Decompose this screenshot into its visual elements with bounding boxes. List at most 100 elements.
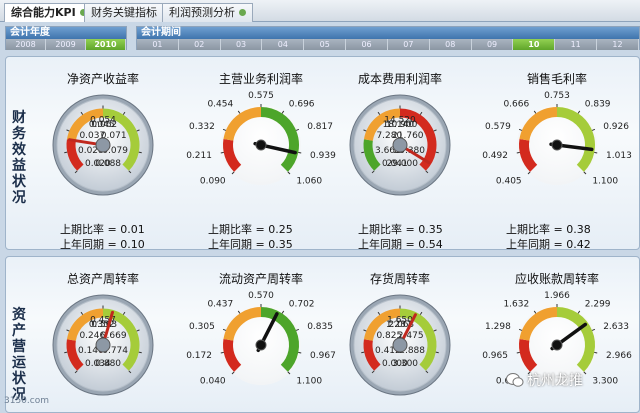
section-label-asset: 资产营运状况 (12, 307, 26, 403)
period-option-04[interactable]: 04 (262, 39, 305, 50)
period-option-05[interactable]: 05 (304, 39, 347, 50)
gauge: 0.405 0.492 0.579 0.666 0.753 0.839 0.926 1.013… (482, 91, 632, 186)
gauge-tick-label: 0.492 (482, 151, 508, 161)
gauge-tick (138, 351, 142, 354)
prior-year-ratio: 上年同期 = 0.54 (358, 238, 443, 251)
tab-profit-forecast[interactable]: 利润预测分析 (162, 3, 253, 22)
gauge-tick-label: 1.632 (503, 299, 529, 309)
gauge-tick-label: 0.332 (189, 122, 215, 132)
gauge-tick-label: 0.172 (186, 351, 212, 361)
prior-period-ratio: 上期比率 = 0.25 (208, 223, 293, 236)
gauge-tick-label: 1.100 (592, 176, 618, 186)
gauge-tick-label: 0.305 (189, 322, 215, 332)
period-option-10[interactable]: 10 (513, 39, 556, 50)
gauge-tick-label: 0.040 (200, 376, 226, 386)
gauge-tick-label: 0.696 (289, 99, 315, 109)
period-option-07[interactable]: 07 (387, 39, 430, 50)
gauge-tick-label: 2.633 (603, 322, 629, 332)
tab-bar: 综合能力KPI 财务关键指标 利润预测分析 (0, 0, 640, 22)
tab-profit-label: 利润预测分析 (169, 6, 235, 19)
fiscal-year-options: 2008 2009 2010 (6, 39, 126, 50)
fiscal-year-selector: 会计年度 2008 2009 2010 (5, 26, 127, 50)
section-label-financial: 财务效益状况 (12, 110, 26, 206)
period-option-08[interactable]: 08 (429, 39, 472, 50)
tab-financial-label: 财务关键指标 (91, 6, 157, 19)
year-option-2008[interactable]: 2008 (6, 39, 46, 50)
gauge-tick-label: 1.298 (485, 322, 511, 332)
gauge-hub (255, 339, 267, 351)
gauge-tick-label: 2.299 (585, 299, 611, 309)
gauge-hub (95, 337, 111, 353)
prior-year-ratio: 上年同期 = 0.10 (60, 238, 145, 251)
gauge-tick-label: 1.100 (296, 376, 322, 386)
period-option-03[interactable]: 03 (220, 39, 263, 50)
year-option-2010[interactable]: 2010 (86, 39, 126, 50)
fiscal-year-title: 会计年度 (6, 27, 126, 39)
gauge-tick-label: 0.405 (496, 176, 522, 186)
gauge-tick-label: 0.579 (485, 122, 511, 132)
gauge: 0.0900.2110.3320.4540.5750.6960.8170.939… (186, 91, 336, 186)
gauge-tick-label: 0.965 (482, 351, 508, 361)
gauge-tick (64, 351, 68, 354)
gauge-tick-label: 0.062 (91, 120, 117, 130)
tab-financial-indicators[interactable]: 财务关键指标 (84, 3, 164, 22)
gauge-tick (298, 351, 302, 354)
gauge: 0.0000.4120.8251.2371.6502.0632.4752.888… (349, 294, 451, 396)
gauge: 0.6310.9651.2981.6321.9662.2992.6332.966… (482, 291, 632, 386)
prior-year-ratio: 上年同期 = 0.42 (506, 238, 591, 251)
gauge-tick (516, 351, 520, 354)
gauge-hub (95, 137, 111, 153)
period-option-11[interactable]: 11 (555, 39, 598, 50)
tab-kpi-label: 综合能力KPI (11, 6, 76, 19)
gauge-tick-label: 0.575 (248, 91, 274, 101)
gauge-tick (138, 151, 142, 154)
period-option-09[interactable]: 09 (471, 39, 514, 50)
gauge-tick (594, 151, 598, 154)
gauge-tick-label: 0.088 (95, 159, 121, 169)
prior-period-ratio: 上期比率 = 0.35 (358, 223, 443, 236)
gauge-tick (516, 151, 520, 154)
gauge: 0.0340.1400.2460.3520.4570.5630.6690.774… (52, 294, 154, 396)
period-option-06[interactable]: 06 (346, 39, 388, 50)
gauge-tick (435, 351, 439, 354)
prior-period-ratio: 上期比率 = 0.01 (60, 223, 145, 236)
gauge-tick-label: 0.437 (207, 299, 233, 309)
gauge-hub (255, 139, 267, 151)
wechat-icon (506, 373, 524, 387)
gauge-hub (392, 337, 408, 353)
gauge-tick-label: 3.300 (392, 359, 418, 369)
gauge-tick (220, 151, 224, 154)
fiscal-period-options: 01 02 03 04 05 06 07 08 09 10 11 12 (137, 39, 639, 50)
gauge: 0.0400.1720.3050.4370.5700.7020.8350.967… (186, 291, 336, 386)
tab-kpi[interactable]: 综合能力KPI (4, 3, 94, 22)
gauge-tick (361, 351, 365, 354)
gauge-tick-label: 18.140 (383, 120, 415, 130)
corner-text: 3150.com (4, 396, 49, 406)
period-option-01[interactable]: 01 (137, 39, 179, 50)
gauge-tick-label: 0.666 (503, 99, 529, 109)
year-option-2009[interactable]: 2009 (46, 39, 86, 50)
period-option-12[interactable]: 12 (597, 39, 639, 50)
gauge-hub (551, 139, 563, 151)
gauge-tick-label: 2.966 (606, 351, 632, 361)
gauge-tick-label: 0.702 (289, 299, 315, 309)
period-option-02[interactable]: 02 (178, 39, 221, 50)
gauge-tick (220, 351, 224, 354)
gauge-tick (298, 151, 302, 154)
gauge-tick-label: 0.880 (95, 359, 121, 369)
gauge-tick-label: 1.013 (606, 151, 632, 161)
gauge-tick-label: 0.211 (186, 151, 212, 161)
prior-period-ratio: 上期比率 = 0.38 (506, 223, 591, 236)
gauge-tick-label: 0.753 (544, 91, 570, 101)
gauge-tick (594, 351, 598, 354)
gauge-hub (551, 339, 563, 351)
gauge-tick (361, 151, 365, 154)
gauge-tick-label: 3.300 (592, 376, 618, 386)
fiscal-period-title: 会计期间 (137, 27, 639, 39)
tab-close-icon[interactable] (239, 8, 246, 16)
gauge-tick (64, 151, 68, 154)
gauge-tick (435, 151, 439, 154)
fiscal-period-selector: 会计期间 01 02 03 04 05 06 07 08 09 10 11 12 (136, 26, 640, 50)
gauge-tick-label: 1.966 (544, 291, 570, 301)
gauge: 0.0413.6617.28010.90014.52018.14021.7602… (349, 94, 451, 196)
